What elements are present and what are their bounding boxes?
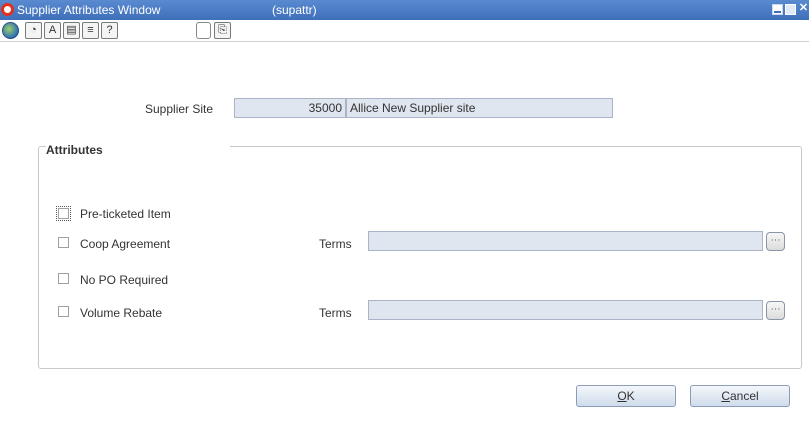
globe-icon[interactable] — [2, 22, 19, 39]
window-title: Supplier Attributes Window — [17, 3, 161, 17]
maximize-button[interactable] — [785, 4, 796, 15]
coop-agreement-checkbox[interactable] — [58, 237, 69, 248]
print-icon[interactable]: ≡ — [82, 22, 99, 39]
cancel-button-label: ancel — [729, 389, 759, 403]
title-bar: Supplier Attributes Window (supattr) ✕ — [0, 0, 809, 20]
pre-ticketed-item-label: Pre-ticketed Item — [80, 207, 171, 221]
main-form: Supplier Site 35000 Allice New Supplier … — [8, 46, 803, 428]
window-code: (supattr) — [272, 3, 317, 17]
supplier-site-id-field: 35000 — [234, 98, 346, 118]
coop-agreement-label: Coop Agreement — [80, 237, 171, 251]
no-po-required-label: No PO Required — [80, 273, 169, 287]
volume-rebate-terms-label: Terms — [319, 306, 352, 320]
ok-button-label: K — [626, 389, 635, 403]
coop-terms-field[interactable] — [368, 231, 763, 251]
volume-rebate-terms-field[interactable] — [368, 300, 763, 320]
volume-rebate-terms-lov-icon[interactable]: ⋯ — [766, 301, 785, 320]
minimize-button[interactable] — [772, 4, 783, 15]
cancel-button[interactable]: Cancel — [690, 385, 790, 407]
no-po-required-checkbox[interactable] — [58, 273, 69, 284]
cancel-button-accel: C — [721, 389, 730, 403]
coop-terms-lov-icon[interactable]: ⋯ — [766, 232, 785, 251]
close-button[interactable]: ✕ — [798, 3, 809, 15]
volume-rebate-label: Volume Rebate — [80, 306, 163, 320]
toolbar: ◔ A ▤ ≡ ? ⎘ — [0, 20, 809, 42]
supplier-site-name-field: Allice New Supplier site — [346, 98, 613, 118]
coop-terms-label: Terms — [319, 237, 352, 251]
pre-ticketed-item-checkbox[interactable] — [56, 206, 71, 221]
ok-button-accel: O — [617, 389, 627, 403]
toolbar-separator-box — [196, 22, 211, 39]
calendar-icon[interactable]: ▤ — [63, 22, 80, 39]
attributes-title: Attributes — [46, 143, 230, 157]
ok-button[interactable]: OK — [576, 385, 676, 407]
attributes-groupbox — [38, 146, 802, 369]
new-document-icon[interactable]: ⎘ — [214, 22, 231, 39]
supplier-site-label: Supplier Site — [145, 102, 214, 116]
oracle-logo-icon — [1, 3, 14, 16]
volume-rebate-checkbox[interactable] — [58, 306, 69, 317]
translate-icon[interactable]: A — [44, 22, 61, 39]
spin-icon[interactable]: ◔ — [25, 22, 42, 39]
help-icon[interactable]: ? — [101, 22, 118, 39]
